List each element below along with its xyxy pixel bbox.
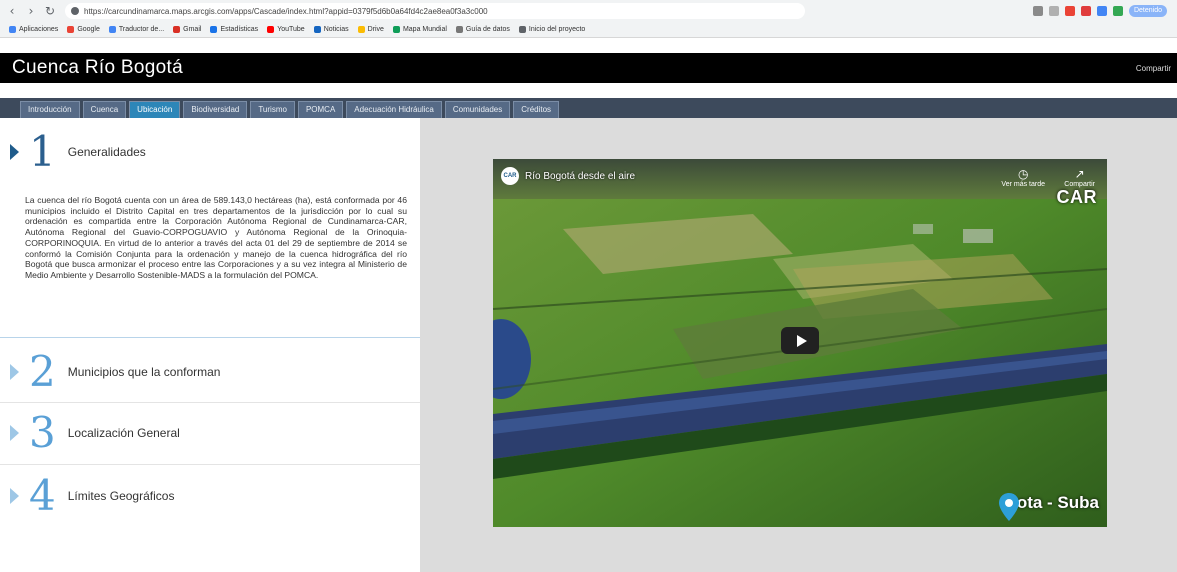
book-icon [455, 26, 463, 33]
play-button[interactable] [781, 327, 819, 354]
extension-icon[interactable] [1096, 6, 1107, 16]
bookmark-item[interactable]: Estadísticas [210, 26, 258, 33]
video-header: CAR Río Bogotá desde el aire [501, 167, 635, 185]
section-title: Generalidades [67, 145, 146, 159]
location-label: Cota - Suba [1004, 493, 1099, 512]
expand-arrow-icon [10, 488, 19, 504]
tab-adecuacion-hidraulica[interactable]: Adecuación Hidráulica [346, 101, 442, 118]
section-limites[interactable]: 4 Límites Geográficos [0, 474, 174, 518]
share-icon: ↗ [1074, 167, 1085, 181]
google-icon [67, 26, 75, 33]
bookmark-item[interactable]: YouTube [267, 26, 305, 33]
site-header: Cuenca Río Bogotá Compartir [0, 53, 1177, 83]
location-overlay: Cota - Suba [998, 493, 1099, 521]
section-title: Localización General [67, 426, 180, 440]
tab-creditos[interactable]: Créditos [513, 101, 560, 118]
channel-avatar[interactable]: CAR [501, 167, 519, 185]
tab-turismo[interactable]: Turismo [250, 101, 295, 118]
url-text: https://carcundinamarca.maps.arcgis.com/… [84, 6, 488, 16]
page-title: Cuenca Río Bogotá [12, 57, 183, 78]
browser-toolbar: ‹ › ↻ https://carcundinamarca.maps.arcgi… [0, 0, 1177, 22]
chart-icon [210, 26, 218, 33]
location-pin-icon [998, 493, 1019, 521]
lock-icon [71, 7, 79, 15]
expand-arrow-icon [10, 364, 19, 380]
watch-later-button[interactable]: ◷ Ver más tarde [1001, 167, 1045, 188]
drive-icon [357, 26, 365, 33]
reload-icon[interactable]: ↻ [43, 4, 57, 18]
mail-icon [173, 26, 181, 33]
extension-icon[interactable] [1080, 6, 1091, 16]
translate-icon[interactable] [1032, 6, 1043, 16]
home-icon [518, 26, 526, 33]
section-number: 4 [29, 471, 56, 520]
expand-arrow-icon [10, 144, 19, 160]
tab-ubicacion[interactable]: Ubicación [129, 101, 181, 118]
share-link[interactable]: Compartir [1136, 64, 1171, 73]
video-player[interactable]: CAR Río Bogotá desde el aire ◷ Ver más t… [493, 159, 1107, 527]
divider [0, 402, 420, 403]
divider [0, 337, 420, 338]
bookmark-item[interactable]: Guía de datos [455, 26, 510, 33]
play-icon [796, 334, 807, 347]
section-localizacion[interactable]: 3 Localización General [0, 411, 180, 455]
section-title: Límites Geográficos [67, 489, 175, 503]
bookmark-item[interactable]: Noticias [313, 26, 349, 33]
address-bar[interactable]: https://carcundinamarca.maps.arcgis.com/… [65, 3, 805, 19]
bookmark-item[interactable]: Aplicaciones [9, 26, 58, 33]
section-municipios[interactable]: 2 Municipios que la conforman [0, 350, 220, 394]
tab-pomca[interactable]: POMCA [297, 101, 344, 118]
share-button[interactable]: ↗ Compartir [1064, 167, 1095, 188]
section-title: Municipios que la conforman [67, 365, 221, 379]
extension-icon[interactable] [1112, 6, 1123, 16]
tab-comunidades[interactable]: Comunidades [444, 101, 511, 118]
bookmark-item[interactable]: Drive [357, 26, 384, 33]
forward-icon[interactable]: › [24, 4, 38, 18]
expand-arrow-icon [10, 425, 19, 441]
video-title[interactable]: Río Bogotá desde el aire [525, 171, 635, 182]
clock-icon: ◷ [1017, 167, 1029, 181]
left-panel: 1 Generalidades La cuenca del río Bogotá… [0, 118, 420, 572]
tab-introduccion[interactable]: Introducción [20, 101, 80, 118]
extension-icon[interactable] [1064, 6, 1075, 16]
extensions-area: Detenido [1032, 5, 1167, 17]
section-tabs: Introducción Cuenca Ubicación Biodiversi… [0, 98, 1177, 118]
car-watermark: CAR [1056, 187, 1097, 207]
profile-button[interactable]: Detenido [1128, 5, 1167, 17]
news-icon [313, 26, 321, 33]
section-number: 2 [29, 347, 56, 396]
bookmark-item[interactable]: Traductor de... [108, 26, 164, 33]
section-generalidades[interactable]: 1 Generalidades [0, 130, 146, 174]
tab-cuenca[interactable]: Cuenca [82, 101, 127, 118]
bookmark-item[interactable]: Google [67, 26, 100, 33]
bookmarks-bar: Aplicaciones Google Traductor de... Gmai… [0, 22, 1177, 38]
translate-icon [108, 26, 116, 33]
section-number: 3 [29, 408, 56, 457]
bookmark-item[interactable]: Mapa Mundial [392, 26, 447, 33]
bookmark-item[interactable]: Gmail [173, 26, 201, 33]
star-icon[interactable] [1048, 6, 1059, 16]
bookmark-item[interactable]: Inicio del proyecto [518, 26, 585, 33]
section-description: La cuenca del río Bogotá cuenta con un á… [25, 195, 407, 280]
divider [0, 464, 420, 465]
tab-biodiversidad[interactable]: Biodiversidad [183, 101, 248, 118]
apps-icon [9, 26, 16, 33]
globe-icon [392, 26, 400, 33]
back-icon[interactable]: ‹ [5, 4, 19, 18]
media-panel: CAR Río Bogotá desde el aire ◷ Ver más t… [420, 118, 1177, 572]
section-number: 1 [29, 127, 56, 176]
youtube-icon [267, 26, 275, 33]
